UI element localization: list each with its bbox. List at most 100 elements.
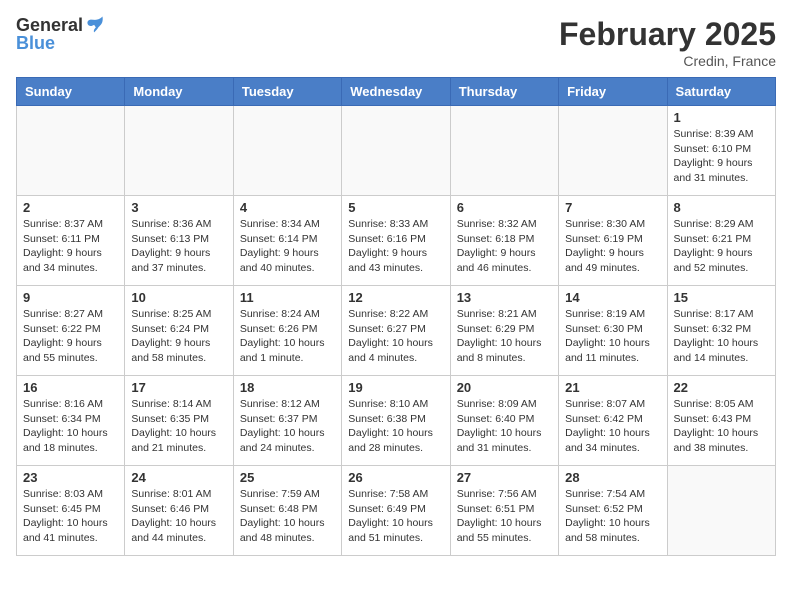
calendar-cell: 16 Sunrise: 8:16 AM Sunset: 6:34 PM Dayli… xyxy=(17,376,125,466)
day-number: 23 xyxy=(23,470,118,485)
day-number: 9 xyxy=(23,290,118,305)
calendar-cell: 9 Sunrise: 8:27 AM Sunset: 6:22 PM Daylig… xyxy=(17,286,125,376)
week-row-2: 2Sunrise: 8:37 AM Sunset: 6:11 PM Daylig… xyxy=(17,196,776,286)
day-info: Sunrise: 8:05 AM Sunset: 6:43 PM Dayligh… xyxy=(674,397,769,456)
day-number: 20 xyxy=(457,380,552,395)
day-info: Sunrise: 8:36 AM Sunset: 6:13 PM Dayligh… xyxy=(131,217,226,276)
calendar-cell: 22 Sunrise: 8:05 AM Sunset: 6:43 PM Dayli… xyxy=(667,376,775,466)
day-number: 6 xyxy=(457,200,552,215)
day-info: Sunrise: 8:22 AM Sunset: 6:27 PM Dayligh… xyxy=(348,307,443,366)
weekday-header-wednesday: Wednesday xyxy=(342,78,450,106)
calendar-cell: 12 Sunrise: 8:22 AM Sunset: 6:27 PM Dayli… xyxy=(342,286,450,376)
calendar-cell xyxy=(559,106,667,196)
week-row-1: 1Sunrise: 8:39 AM Sunset: 6:10 PM Daylig… xyxy=(17,106,776,196)
day-info: Sunrise: 8:16 AM Sunset: 6:34 PM Dayligh… xyxy=(23,397,118,456)
day-info: Sunrise: 8:27 AM Sunset: 6:22 PM Dayligh… xyxy=(23,307,118,366)
calendar-cell: 10 Sunrise: 8:25 AM Sunset: 6:24 PM Dayli… xyxy=(125,286,233,376)
weekday-header-sunday: Sunday xyxy=(17,78,125,106)
day-info: Sunrise: 8:19 AM Sunset: 6:30 PM Dayligh… xyxy=(565,307,660,366)
day-info: Sunrise: 8:33 AM Sunset: 6:16 PM Dayligh… xyxy=(348,217,443,276)
day-number: 24 xyxy=(131,470,226,485)
day-number: 28 xyxy=(565,470,660,485)
day-info: Sunrise: 8:21 AM Sunset: 6:29 PM Dayligh… xyxy=(457,307,552,366)
calendar-cell xyxy=(17,106,125,196)
day-number: 12 xyxy=(348,290,443,305)
day-info: Sunrise: 8:24 AM Sunset: 6:26 PM Dayligh… xyxy=(240,307,335,366)
day-info: Sunrise: 8:14 AM Sunset: 6:35 PM Dayligh… xyxy=(131,397,226,456)
logo-blue-text: Blue xyxy=(16,33,55,53)
calendar-cell: 19Sunrise: 8:10 AM Sunset: 6:38 PM Dayli… xyxy=(342,376,450,466)
day-number: 11 xyxy=(240,290,335,305)
day-info: Sunrise: 8:09 AM Sunset: 6:40 PM Dayligh… xyxy=(457,397,552,456)
day-info: Sunrise: 7:56 AM Sunset: 6:51 PM Dayligh… xyxy=(457,487,552,546)
calendar-cell xyxy=(125,106,233,196)
calendar-cell: 24 Sunrise: 8:01 AM Sunset: 6:46 PM Dayli… xyxy=(125,466,233,556)
calendar-cell: 23 Sunrise: 8:03 AM Sunset: 6:45 PM Dayli… xyxy=(17,466,125,556)
day-number: 10 xyxy=(131,290,226,305)
calendar-cell: 2Sunrise: 8:37 AM Sunset: 6:11 PM Daylig… xyxy=(17,196,125,286)
day-number: 5 xyxy=(348,200,443,215)
calendar-cell: 15 Sunrise: 8:17 AM Sunset: 6:32 PM Dayli… xyxy=(667,286,775,376)
calendar-cell xyxy=(667,466,775,556)
week-row-4: 16 Sunrise: 8:16 AM Sunset: 6:34 PM Dayli… xyxy=(17,376,776,466)
day-number: 3 xyxy=(131,200,226,215)
calendar-table: SundayMondayTuesdayWednesdayThursdayFrid… xyxy=(16,77,776,556)
day-info: Sunrise: 8:17 AM Sunset: 6:32 PM Dayligh… xyxy=(674,307,769,366)
week-row-3: 9 Sunrise: 8:27 AM Sunset: 6:22 PM Daylig… xyxy=(17,286,776,376)
calendar-cell: 5 Sunrise: 8:33 AM Sunset: 6:16 PM Daylig… xyxy=(342,196,450,286)
weekday-header-row: SundayMondayTuesdayWednesdayThursdayFrid… xyxy=(17,78,776,106)
day-info: Sunrise: 8:29 AM Sunset: 6:21 PM Dayligh… xyxy=(674,217,769,276)
day-number: 15 xyxy=(674,290,769,305)
day-number: 19 xyxy=(348,380,443,395)
day-number: 4 xyxy=(240,200,335,215)
day-number: 25 xyxy=(240,470,335,485)
calendar-cell: 1Sunrise: 8:39 AM Sunset: 6:10 PM Daylig… xyxy=(667,106,775,196)
day-info: Sunrise: 8:01 AM Sunset: 6:46 PM Dayligh… xyxy=(131,487,226,546)
calendar-cell: 8 Sunrise: 8:29 AM Sunset: 6:21 PM Daylig… xyxy=(667,196,775,286)
day-number: 27 xyxy=(457,470,552,485)
day-number: 13 xyxy=(457,290,552,305)
day-info: Sunrise: 8:32 AM Sunset: 6:18 PM Dayligh… xyxy=(457,217,552,276)
calendar-cell: 3 Sunrise: 8:36 AM Sunset: 6:13 PM Daylig… xyxy=(125,196,233,286)
calendar-cell: 18 Sunrise: 8:12 AM Sunset: 6:37 PM Dayli… xyxy=(233,376,341,466)
calendar-cell: 4 Sunrise: 8:34 AM Sunset: 6:14 PM Daylig… xyxy=(233,196,341,286)
day-number: 8 xyxy=(674,200,769,215)
month-year-title: February 2025 xyxy=(559,16,776,53)
calendar-cell: 20 Sunrise: 8:09 AM Sunset: 6:40 PM Dayli… xyxy=(450,376,558,466)
day-number: 14 xyxy=(565,290,660,305)
day-number: 17 xyxy=(131,380,226,395)
day-info: Sunrise: 8:30 AM Sunset: 6:19 PM Dayligh… xyxy=(565,217,660,276)
week-row-5: 23 Sunrise: 8:03 AM Sunset: 6:45 PM Dayli… xyxy=(17,466,776,556)
day-number: 22 xyxy=(674,380,769,395)
day-number: 26 xyxy=(348,470,443,485)
calendar-cell xyxy=(233,106,341,196)
calendar-cell xyxy=(342,106,450,196)
day-info: Sunrise: 8:25 AM Sunset: 6:24 PM Dayligh… xyxy=(131,307,226,366)
day-info: Sunrise: 7:54 AM Sunset: 6:52 PM Dayligh… xyxy=(565,487,660,546)
day-number: 16 xyxy=(23,380,118,395)
calendar-cell: 25 Sunrise: 7:59 AM Sunset: 6:48 PM Dayli… xyxy=(233,466,341,556)
logo: General Blue xyxy=(16,16,105,54)
weekday-header-saturday: Saturday xyxy=(667,78,775,106)
day-number: 21 xyxy=(565,380,660,395)
calendar-cell xyxy=(450,106,558,196)
calendar-cell: 11 Sunrise: 8:24 AM Sunset: 6:26 PM Dayli… xyxy=(233,286,341,376)
calendar-cell: 13 Sunrise: 8:21 AM Sunset: 6:29 PM Dayli… xyxy=(450,286,558,376)
title-block: February 2025 Credin, France xyxy=(559,16,776,69)
day-info: Sunrise: 8:12 AM Sunset: 6:37 PM Dayligh… xyxy=(240,397,335,456)
weekday-header-thursday: Thursday xyxy=(450,78,558,106)
day-info: Sunrise: 8:39 AM Sunset: 6:10 PM Dayligh… xyxy=(674,127,769,186)
day-info: Sunrise: 8:34 AM Sunset: 6:14 PM Dayligh… xyxy=(240,217,335,276)
day-info: Sunrise: 8:03 AM Sunset: 6:45 PM Dayligh… xyxy=(23,487,118,546)
logo-bird-icon xyxy=(85,14,105,34)
day-info: Sunrise: 7:59 AM Sunset: 6:48 PM Dayligh… xyxy=(240,487,335,546)
weekday-header-monday: Monday xyxy=(125,78,233,106)
day-number: 18 xyxy=(240,380,335,395)
day-info: Sunrise: 8:07 AM Sunset: 6:42 PM Dayligh… xyxy=(565,397,660,456)
calendar-cell: 14 Sunrise: 8:19 AM Sunset: 6:30 PM Dayli… xyxy=(559,286,667,376)
weekday-header-tuesday: Tuesday xyxy=(233,78,341,106)
day-info: Sunrise: 8:37 AM Sunset: 6:11 PM Dayligh… xyxy=(23,217,118,276)
day-info: Sunrise: 7:58 AM Sunset: 6:49 PM Dayligh… xyxy=(348,487,443,546)
weekday-header-friday: Friday xyxy=(559,78,667,106)
calendar-cell: 6 Sunrise: 8:32 AM Sunset: 6:18 PM Daylig… xyxy=(450,196,558,286)
